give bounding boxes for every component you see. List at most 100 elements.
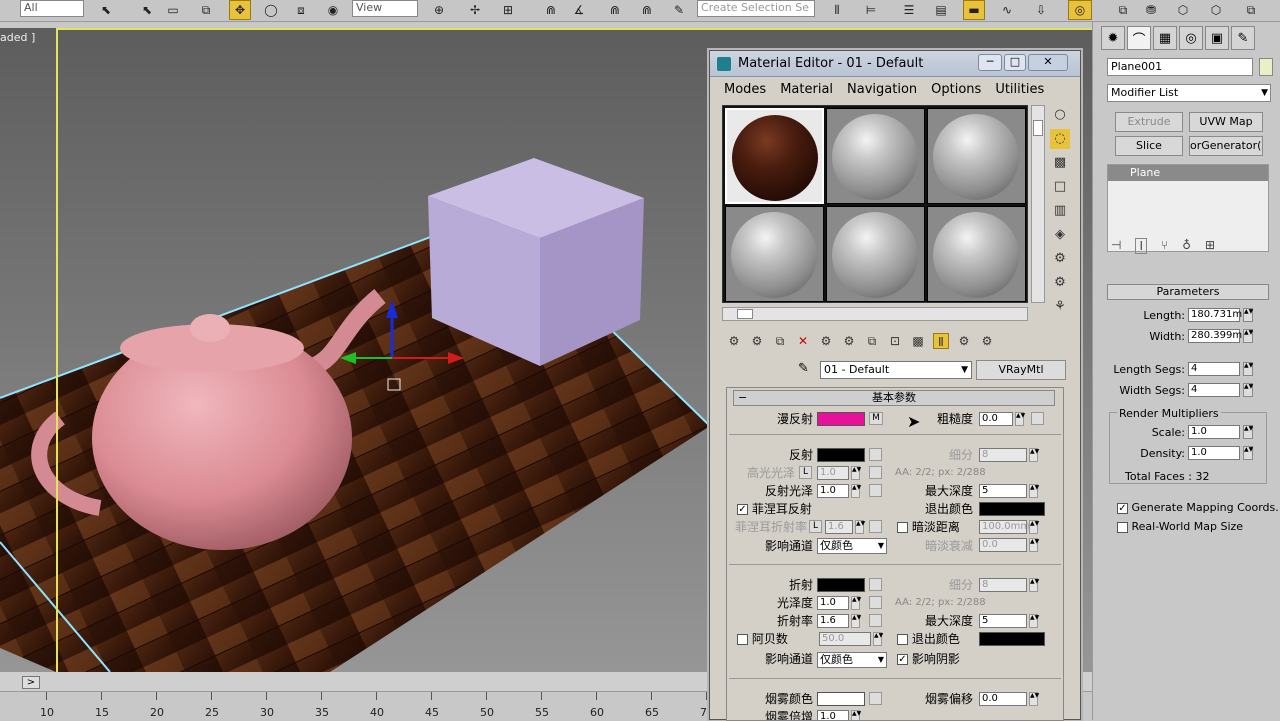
dim-falloff-spinner[interactable]: ▲▼ [1029, 538, 1039, 552]
make-copy-icon[interactable]: ⚙ [818, 333, 834, 349]
refr-subdivs-field[interactable]: 8 [979, 578, 1027, 592]
fog-color-swatch[interactable] [817, 692, 865, 706]
render-production-icon[interactable]: ⬡ [1172, 0, 1194, 20]
curve-editor-icon[interactable]: ∿ [996, 0, 1018, 20]
fresnel-option[interactable]: ✓ 菲涅耳反射 [737, 500, 812, 517]
max-depth-field[interactable]: 5 [979, 484, 1027, 498]
backlight-icon[interactable]: ◌ [1050, 129, 1070, 149]
refract-color-swatch[interactable] [817, 578, 865, 592]
mirror-icon[interactable]: ⫴ [826, 0, 848, 20]
show-map-in-viewport-icon[interactable]: ▩ [910, 333, 926, 349]
time-slider-next-button[interactable]: > [22, 676, 40, 689]
generate-mapping-checkbox[interactable]: ✓ [1117, 502, 1128, 514]
material-id-channel-icon[interactable]: ⊡ [887, 333, 903, 349]
exit-color-swatch[interactable] [979, 502, 1045, 516]
scene-explorer-icon[interactable]: ▤ [930, 0, 952, 20]
glossiness-spinner[interactable]: ▲▼ [851, 596, 861, 610]
refr-max-depth-spinner[interactable]: ▲▼ [1029, 614, 1039, 628]
menu-utilities[interactable]: Utilities [995, 79, 1044, 101]
menu-options[interactable]: Options [931, 79, 981, 101]
length-segs-field[interactable]: 4 [1188, 362, 1240, 376]
make-unique-icon[interactable]: ⑂ [1161, 238, 1168, 254]
real-world-checkbox[interactable] [1117, 521, 1128, 533]
ior-field[interactable]: 1.6 [817, 614, 849, 628]
viewport-label[interactable]: aded ] [0, 31, 35, 44]
diffuse-map-button[interactable]: M [869, 412, 883, 425]
reflect-color-swatch[interactable] [817, 448, 865, 462]
select-manipulate-icon[interactable]: ✢ [464, 0, 486, 20]
density-field[interactable]: 1.0 [1188, 446, 1240, 460]
refr-exit-color-checkbox[interactable] [897, 634, 908, 645]
sample-uv-tiling-icon[interactable]: □ [1050, 177, 1070, 197]
material-name-dropdown[interactable]: 01 - Default ▼ [820, 361, 972, 379]
abbe-checkbox[interactable] [737, 634, 748, 645]
close-button[interactable]: ✕ [1028, 54, 1068, 71]
stack-item-plane[interactable]: Plane [1108, 165, 1268, 181]
density-spinner[interactable]: ▲▼ [1243, 446, 1253, 460]
sample-type-icon[interactable]: ○ [1050, 105, 1070, 125]
selection-filter-dropdown[interactable]: All [20, 0, 84, 17]
refr-exit-color-swatch[interactable] [979, 632, 1045, 646]
sample-slot[interactable] [927, 108, 1026, 204]
real-world-option[interactable]: Real-World Map Size [1117, 520, 1243, 533]
layer-manager-icon[interactable]: ☰ [898, 0, 920, 20]
sample-slot[interactable] [927, 206, 1026, 302]
width-segs-field[interactable]: 4 [1188, 383, 1240, 397]
slice-button[interactable]: Slice [1115, 136, 1183, 156]
fog-mult-spinner[interactable]: ▲▼ [851, 710, 861, 720]
assign-to-selection-icon[interactable]: ⧉ [772, 333, 788, 349]
hilight-gloss-map-button[interactable] [869, 466, 882, 479]
pin-stack-icon[interactable]: ⊣ [1111, 238, 1121, 254]
slots-horizontal-scrollbar[interactable] [722, 307, 1028, 321]
keyboard-shortcut-icon[interactable]: ⊞ [497, 0, 519, 20]
window-crossing-icon[interactable]: ⧉ [195, 0, 217, 20]
show-end-result-icon[interactable]: Ⅱ [933, 333, 949, 349]
menu-navigation[interactable]: Navigation [847, 79, 917, 101]
motion-tab-icon[interactable]: ◎ [1179, 26, 1203, 50]
get-material-icon[interactable]: ⚙ [726, 333, 742, 349]
configure-sets-icon[interactable]: ⊞ [1205, 238, 1215, 254]
refract-map-button[interactable] [869, 578, 882, 591]
hierarchy-tab-icon[interactable]: ▦ [1153, 26, 1177, 50]
render-iterative-icon[interactable]: ⬡ [1205, 0, 1227, 20]
glossiness-map-button[interactable] [869, 596, 882, 609]
sample-slot-active[interactable] [725, 108, 824, 204]
length-field[interactable]: 180.731m [1188, 308, 1242, 322]
fresnel-ior-map-button[interactable] [869, 520, 882, 533]
dim-distance-checkbox[interactable] [897, 522, 908, 533]
fresnel-checkbox[interactable]: ✓ [737, 504, 748, 515]
subdivs-field[interactable]: 8 [979, 448, 1027, 462]
hilight-gloss-spinner[interactable]: ▲▼ [851, 466, 861, 480]
scroll-thumb[interactable] [737, 309, 753, 319]
sample-slot[interactable] [826, 108, 925, 204]
schematic-view-icon[interactable]: ⇩ [1030, 0, 1052, 20]
sample-slot[interactable] [826, 206, 925, 302]
refl-gloss-map-button[interactable] [869, 484, 882, 497]
select-scale-icon[interactable]: ⧈ [290, 0, 312, 20]
ior-map-button[interactable] [869, 614, 882, 627]
roughness-map-button[interactable] [1031, 412, 1044, 425]
roughness-spinner[interactable]: ▲▼ [1015, 412, 1025, 426]
align-icon[interactable]: ⊨ [860, 0, 882, 20]
glossiness-field[interactable]: 1.0 [817, 596, 849, 610]
fog-mult-field[interactable]: 1.0 [817, 710, 849, 720]
ior-spinner[interactable]: ▲▼ [851, 614, 861, 628]
menu-material[interactable]: Material [780, 79, 833, 101]
generate-mapping-option[interactable]: ✓ Generate Mapping Coords. [1117, 501, 1279, 514]
spinner-snap-icon[interactable]: ⋒ [636, 0, 658, 20]
length-spinner[interactable]: ▲▼ [1243, 308, 1253, 322]
select-by-material-icon[interactable]: ⚙ [1050, 273, 1070, 293]
max-depth-spinner[interactable]: ▲▼ [1029, 484, 1039, 498]
ref-coord-dropdown[interactable]: View [352, 0, 418, 17]
refr-affect-channels-dropdown[interactable]: 仅颜色 ▼ [817, 652, 887, 668]
refl-gloss-field[interactable]: 1.0 [817, 484, 849, 498]
object-color-swatch[interactable] [1259, 58, 1273, 76]
put-to-library-icon[interactable]: ⧉ [864, 333, 880, 349]
named-selection-input[interactable]: Create Selection Se [697, 0, 815, 17]
subdivs-spinner[interactable]: ▲▼ [1029, 448, 1039, 462]
fog-bias-spinner[interactable]: ▲▼ [1029, 692, 1039, 706]
parameters-rollout-header[interactable]: Parameters [1107, 284, 1269, 300]
dim-falloff-field[interactable]: 0.0 [979, 538, 1027, 552]
pick-material-icon[interactable]: ✎ [798, 361, 809, 376]
abbe-option[interactable]: 阿贝数 [737, 630, 788, 647]
